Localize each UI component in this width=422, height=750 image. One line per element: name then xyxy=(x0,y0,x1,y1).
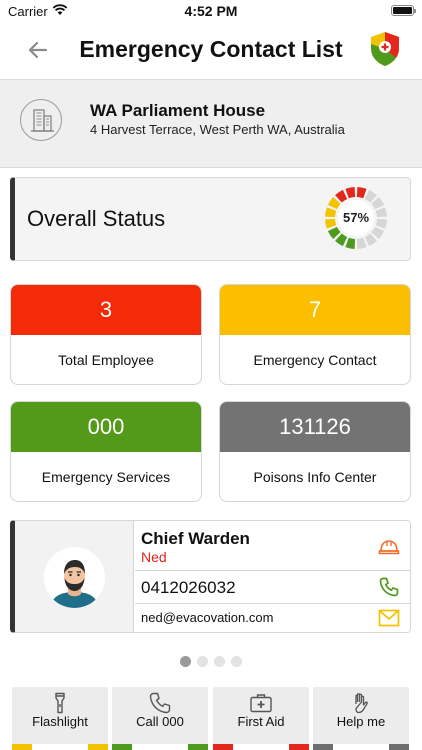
flashlight-label: Flashlight xyxy=(32,714,88,729)
contact-role: Chief Warden xyxy=(141,529,250,548)
total-employee-card[interactable]: 3 Total Employee xyxy=(10,284,202,385)
total-employee-label: Total Employee xyxy=(58,352,154,368)
location-name: WA Parliament House xyxy=(90,101,266,120)
emergency-contact-label: Emergency Contact xyxy=(253,352,377,368)
emergency-contact-value: 7 xyxy=(220,285,410,335)
emergency-services-card[interactable]: 000 Emergency Services xyxy=(10,401,202,502)
page-dot[interactable] xyxy=(197,656,208,667)
flashlight-icon xyxy=(55,692,65,714)
total-employee-value: 3 xyxy=(11,285,201,335)
phone-icon[interactable] xyxy=(378,576,400,598)
emergency-services-value: 000 xyxy=(11,402,201,452)
page-title: Emergency Contact List xyxy=(79,36,343,62)
phone-icon xyxy=(149,692,171,714)
overall-status-card[interactable]: Overall Status 57% xyxy=(10,177,411,261)
divider xyxy=(135,570,410,571)
contact-email[interactable]: ned@evacovation.com xyxy=(141,610,273,625)
overall-status-label: Overall Status xyxy=(27,206,166,231)
hard-hat-icon xyxy=(378,540,400,555)
app-logo-icon xyxy=(371,32,399,66)
divider xyxy=(135,603,410,604)
poisons-info-card[interactable]: 131126 Poisons Info Center xyxy=(219,401,411,502)
call-000-label: Call 000 xyxy=(136,714,184,729)
help-me-label: Help me xyxy=(336,714,386,729)
emergency-contact-card[interactable]: 7 Emergency Contact xyxy=(219,284,411,385)
help-me-button[interactable]: Help me xyxy=(313,687,409,750)
avatar xyxy=(44,547,105,608)
emergency-services-label: Emergency Services xyxy=(41,469,171,485)
page-dot[interactable] xyxy=(214,656,225,667)
location-banner: WA Parliament House 4 Harvest Terrace, W… xyxy=(0,80,422,168)
clock: 4:52 PM xyxy=(184,3,238,19)
flashlight-color-bar xyxy=(12,744,108,750)
raised-hand-icon xyxy=(355,693,368,714)
poisons-info-value: 131126 xyxy=(220,402,410,452)
status-bar: Carrier 4:52 PM xyxy=(0,0,422,22)
flashlight-button[interactable]: Flashlight xyxy=(12,687,108,750)
nav-header: Emergency Contact List xyxy=(0,22,422,80)
building-icon xyxy=(20,99,62,141)
page-indicator[interactable] xyxy=(0,654,422,667)
location-address: 4 Harvest Terrace, West Perth WA, Austra… xyxy=(90,122,345,137)
first-aid-label: First Aid xyxy=(237,714,285,729)
page-dot[interactable] xyxy=(231,656,242,667)
call-000-button[interactable]: Call 000 xyxy=(112,687,208,750)
first-aid-color-bar xyxy=(213,744,309,750)
envelope-icon[interactable] xyxy=(378,607,400,629)
help-me-color-bar xyxy=(313,744,409,750)
poisons-info-label: Poisons Info Center xyxy=(253,469,377,485)
page-dot[interactable] xyxy=(180,656,191,667)
contact-name: Ned xyxy=(141,549,167,565)
contact-photo-area xyxy=(15,521,134,632)
battery-icon xyxy=(391,5,416,16)
call-000-color-bar xyxy=(112,744,208,750)
contact-phone[interactable]: 0412026032 xyxy=(141,578,236,598)
chief-warden-contact-card: Chief Warden Ned 0412026032 ned@evacovat… xyxy=(10,520,411,633)
status-percent: 57% xyxy=(342,210,370,225)
first-aid-kit-icon xyxy=(250,694,272,713)
first-aid-button[interactable]: First Aid xyxy=(213,687,309,750)
